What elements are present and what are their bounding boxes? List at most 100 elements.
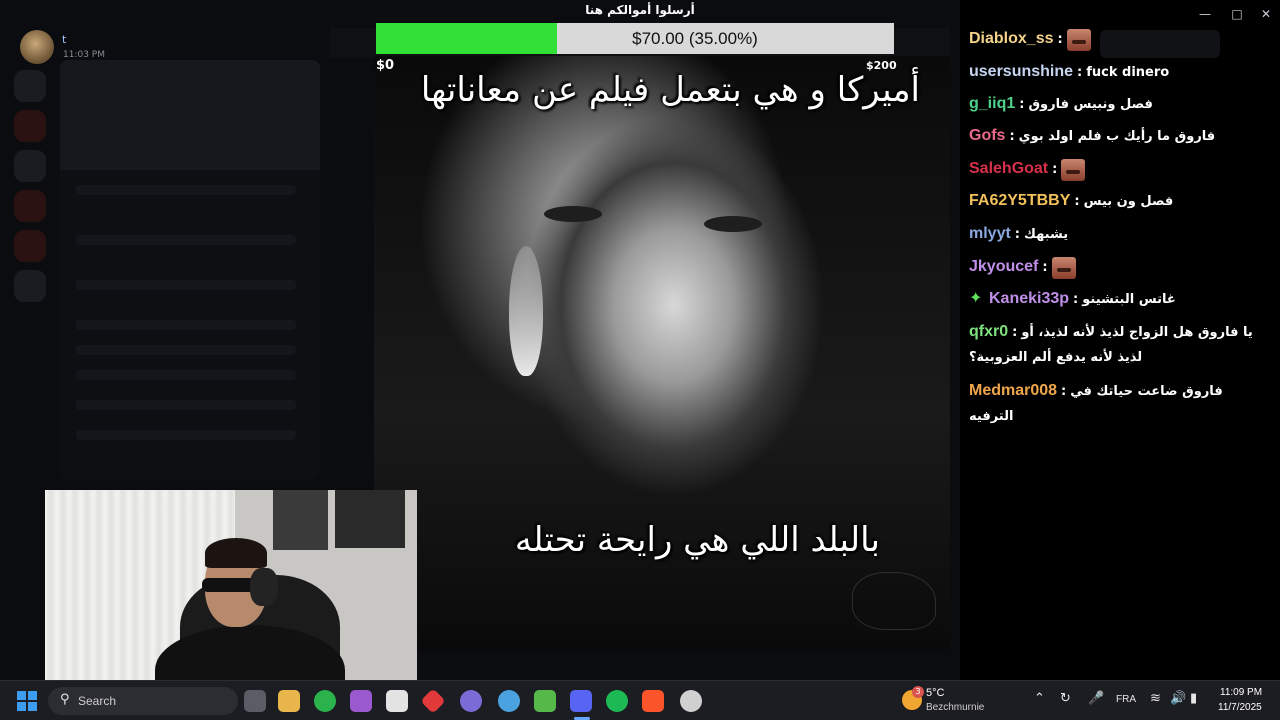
wifi-icon[interactable]: ≋ (1150, 691, 1161, 706)
user-avatar[interactable] (20, 30, 54, 64)
server-icon[interactable] (14, 230, 46, 262)
chat-text: يشبهك (1024, 227, 1069, 242)
discord-icon[interactable] (570, 690, 592, 712)
taskbar: ⚲ Search 3 5°C Bezchmurnie ⌃ ↻ 🎤 FRA ≋ 🔊… (0, 680, 1280, 720)
sub-badge-icon: ✦ (969, 288, 983, 307)
emote-icon (1051, 256, 1076, 279)
chat-text: يا فاروق هل الزواج لذيذ لأنه لذيذ، أو (1021, 325, 1253, 340)
channel-row[interactable] (76, 430, 296, 440)
chat-message: qfxr0: يا فاروق هل الزواج لذيذ لأنه لذيذ،… (969, 323, 1253, 365)
chat-text: فاروق ما رأيك ب فلم اولد بوي (1018, 129, 1216, 144)
app-icon[interactable] (498, 690, 520, 712)
emote-icon (1066, 28, 1091, 51)
server-icon[interactable] (14, 270, 46, 302)
headset (250, 568, 278, 606)
volume-icon[interactable]: 🔊 (1170, 691, 1186, 706)
chat-username[interactable]: g_iiq1 (969, 95, 1015, 112)
server-icon[interactable] (14, 190, 46, 222)
close-icon[interactable]: ✕ (1256, 4, 1276, 24)
sunglasses (202, 578, 257, 592)
meme-caption-bottom: بالبلد اللي هي رايحة تحتله (514, 520, 880, 560)
task-view-icon[interactable] (244, 690, 266, 712)
app-icon[interactable] (314, 690, 336, 712)
chat-username[interactable]: Medmar008 (969, 382, 1057, 399)
emote-icon (1061, 158, 1086, 181)
chat-text: الترفيه (969, 409, 1014, 424)
language-indicator[interactable]: FRA (1116, 694, 1136, 705)
server-list (14, 70, 50, 310)
chat-username[interactable]: FA62Y5TBBY (969, 192, 1070, 209)
utorrent-icon[interactable] (534, 690, 556, 712)
goal-progress-bar: $70.00 (35.00%) (376, 23, 894, 54)
mic-icon[interactable]: 🎤 (1088, 691, 1104, 706)
server-banner (60, 60, 320, 170)
minimize-icon[interactable]: — (1195, 4, 1215, 24)
file-explorer-icon[interactable] (278, 690, 300, 712)
chevron-up-icon[interactable]: ⌃ (1034, 691, 1045, 706)
store-icon[interactable] (386, 690, 408, 712)
chat-message: ✦ Kaneki33p: غاتس البتشينو (969, 288, 1176, 308)
channel-row[interactable] (76, 345, 296, 355)
face-eye (544, 206, 602, 222)
webcam-feed (45, 490, 417, 698)
chat-username[interactable]: Diablox_ss (969, 30, 1053, 47)
app-icon[interactable] (350, 690, 372, 712)
search-placeholder: Search (78, 694, 117, 708)
chat-message: Diablox_ss: (969, 26, 1259, 52)
goal-progress-text: $70.00 (35.00%) (632, 29, 758, 48)
chat-username[interactable]: Gofs (969, 127, 1005, 144)
clock-date[interactable]: 11/7/2025 (1218, 702, 1262, 713)
wall-frame (335, 490, 405, 548)
sync-icon[interactable]: ↻ (1060, 691, 1071, 706)
chat-message: g_iiq1: فصل ونبيس فاروق (969, 95, 1153, 112)
brave-icon[interactable] (642, 690, 664, 712)
weather-location[interactable]: Bezchmurnie (926, 702, 984, 713)
app-icon[interactable] (460, 690, 482, 712)
chat-text: غاتس البتشينو (1082, 292, 1176, 307)
channel-row[interactable] (76, 320, 296, 330)
clock-time[interactable]: 11:09 PM (1220, 687, 1262, 698)
meme-caption-top: أميركا و هي بتعمل فيلم عن معاناتها (420, 70, 920, 110)
wall-frame (273, 490, 328, 550)
chat-username[interactable]: Kaneki33p (989, 290, 1069, 307)
artist-signature (852, 572, 936, 630)
chat-text: فصل ونبيس فاروق (1028, 97, 1153, 112)
channel-sidebar (60, 60, 320, 480)
chat-text: فصل ون بيس (1083, 194, 1174, 209)
chat-message: usersunshine: fuck dinero (969, 63, 1170, 80)
server-icon[interactable] (14, 150, 46, 182)
battery-icon[interactable]: ▮ (1190, 691, 1197, 706)
channel-row[interactable] (76, 370, 296, 380)
weather-temp[interactable]: 5°C (926, 687, 944, 699)
chat-message: FA62Y5TBBY: فصل ون بيس (969, 192, 1174, 209)
taskbar-search[interactable]: ⚲ Search (48, 687, 238, 715)
chat-message: mlyyt: يشبهك (969, 225, 1069, 242)
maximize-icon[interactable]: □ (1227, 4, 1247, 24)
goal-max-label: $200 (866, 59, 897, 72)
chat-username[interactable]: Jkyoucef (969, 258, 1038, 275)
profile-time: 11:03 PM (63, 50, 105, 60)
face-eye (704, 216, 762, 232)
profile-name: t (62, 33, 67, 46)
channel-row[interactable] (76, 185, 296, 195)
app-icon[interactable] (680, 690, 702, 712)
server-icon[interactable] (14, 110, 46, 142)
chat-username[interactable]: usersunshine (969, 63, 1073, 80)
chat-text: لذيذ لأنه يدفع ألم العزوبية؟ (969, 350, 1143, 365)
tear-drop (509, 246, 543, 376)
channel-row[interactable] (76, 235, 296, 245)
channel-row[interactable] (76, 400, 296, 410)
goal-min-label: $0 (376, 58, 395, 73)
spotify-icon[interactable] (606, 690, 628, 712)
server-icon[interactable] (14, 70, 46, 102)
weather-badge: 3 (912, 686, 924, 698)
chat-message: Medmar008: فاروق ضاعت حياتك في الترفيه (969, 382, 1223, 424)
app-icon[interactable] (420, 688, 446, 714)
chat-text: fuck dinero (1086, 65, 1170, 80)
chat-username[interactable]: mlyyt (969, 225, 1011, 242)
goal-title: أرسلوا أموالكم هنا (585, 3, 695, 17)
channel-row[interactable] (76, 280, 296, 290)
start-icon[interactable] (17, 691, 37, 711)
chat-username[interactable]: SalehGoat (969, 160, 1048, 177)
chat-username[interactable]: qfxr0 (969, 323, 1008, 340)
